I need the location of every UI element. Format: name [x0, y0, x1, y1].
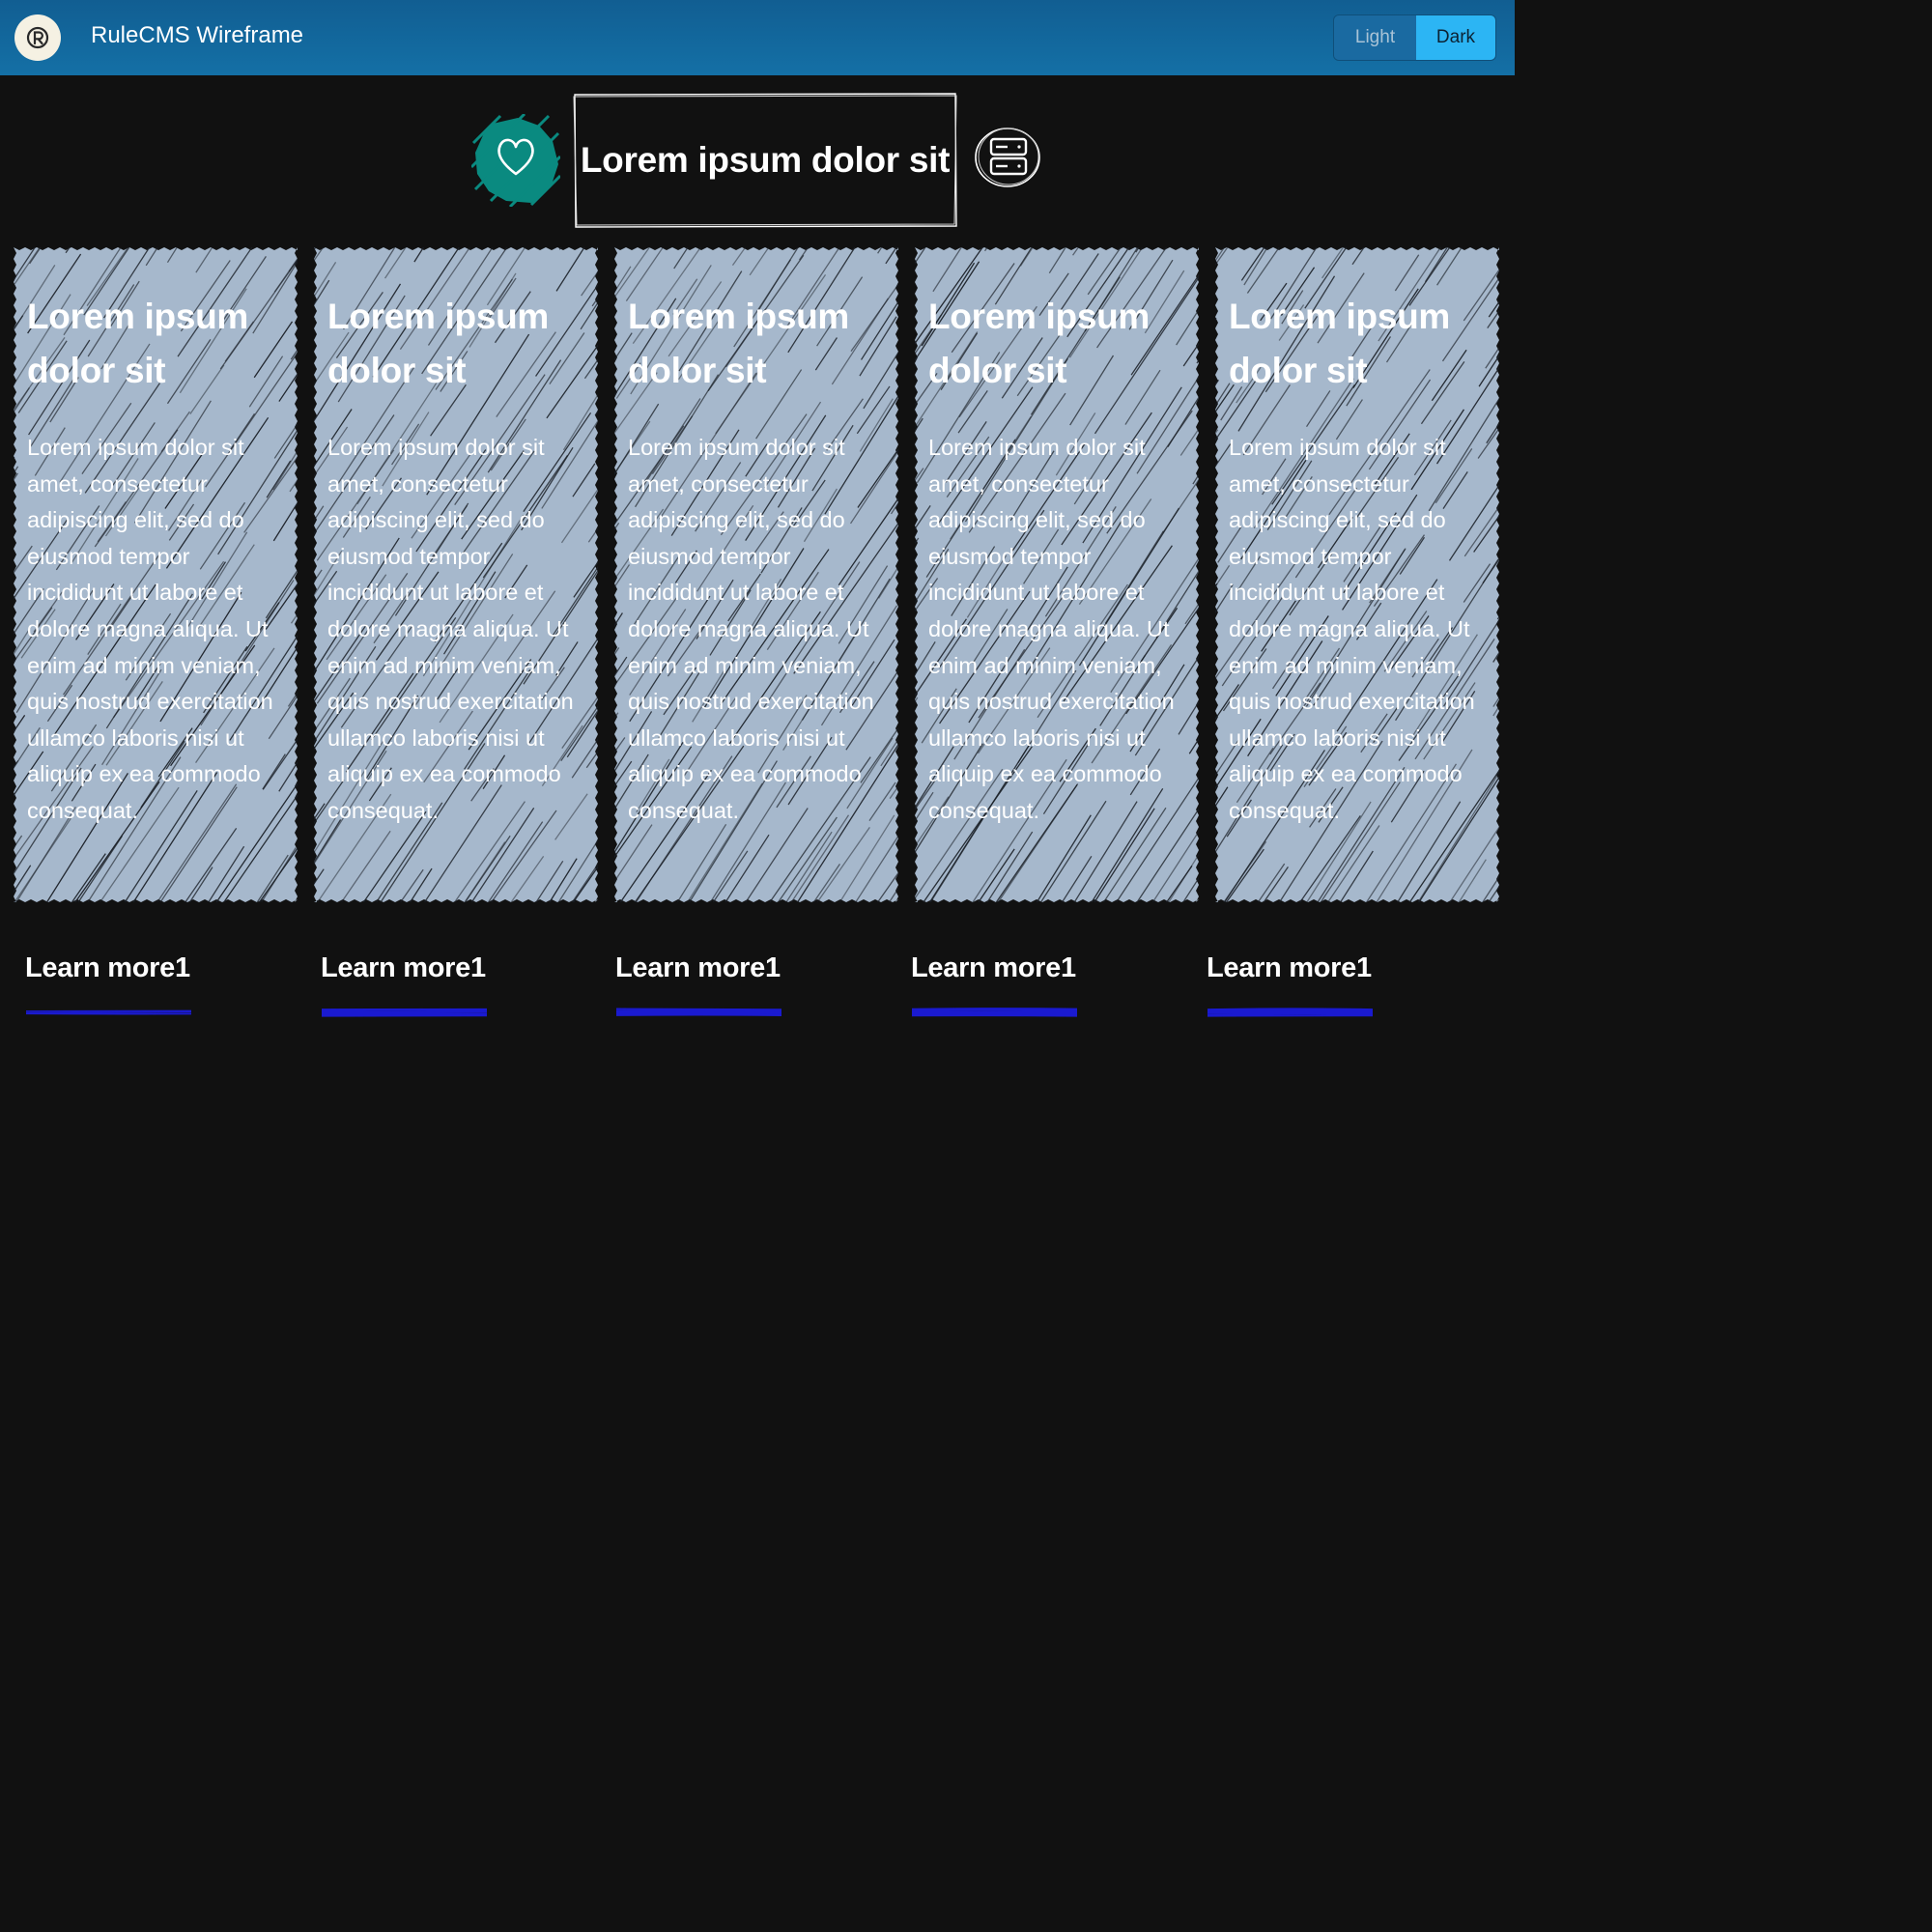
heart-icon[interactable]	[469, 112, 562, 209]
learn-more-underline	[25, 1009, 192, 1015]
learn-more-link[interactable]: Learn more1	[1207, 949, 1374, 1026]
content-card: Lorem ipsum dolor sit Lorem ipsum dolor s…	[614, 247, 898, 902]
content-card: Lorem ipsum dolor sit Lorem ipsum dolor s…	[1215, 247, 1499, 902]
card-body: Lorem ipsum dolor sit amet, consectetur …	[27, 435, 273, 823]
hero-title-box: Lorem ipsum dolor sit	[573, 93, 957, 228]
learn-more-underline	[1207, 1008, 1374, 1017]
content-card: Lorem ipsum dolor sit Lorem ipsum dolor s…	[314, 247, 598, 902]
learn-more-underline	[911, 1008, 1078, 1017]
card-title: Lorem ipsum dolor sit	[1229, 297, 1451, 390]
theme-toggle: Light Dark	[1333, 14, 1496, 61]
learn-more-link[interactable]: Learn more1	[321, 949, 488, 1026]
card-title: Lorem ipsum dolor sit	[628, 297, 850, 390]
learn-more-label[interactable]: Learn more1	[911, 949, 1076, 987]
content-card: Lorem ipsum dolor sit Lorem ipsum dolor s…	[14, 247, 298, 902]
light-theme-button[interactable]: Light	[1334, 15, 1416, 60]
card-body: Lorem ipsum dolor sit amet, consectetur …	[1229, 435, 1475, 823]
server-icon[interactable]	[973, 126, 1042, 189]
dark-theme-button[interactable]: Dark	[1415, 15, 1495, 60]
learn-more-label[interactable]: Learn more1	[321, 949, 486, 987]
app-title: RuleCMS Wireframe	[91, 22, 304, 48]
hero-title: Lorem ipsum dolor sit	[580, 140, 951, 180]
rulecms-logo-icon[interactable]	[14, 14, 61, 61]
card-body: Lorem ipsum dolor sit amet, consectetur …	[928, 435, 1175, 823]
learn-more-link[interactable]: Learn more1	[615, 949, 782, 1026]
card-title: Lorem ipsum dolor sit	[928, 297, 1151, 390]
content-card: Lorem ipsum dolor sit Lorem ipsum dolor s…	[915, 247, 1199, 902]
learn-more-underline	[321, 1008, 488, 1017]
learn-more-label[interactable]: Learn more1	[615, 949, 781, 987]
card-title: Lorem ipsum dolor sit	[27, 297, 249, 390]
card-body: Lorem ipsum dolor sit amet, consectetur …	[628, 435, 874, 823]
learn-more-link[interactable]: Learn more1	[911, 949, 1078, 1026]
learn-more-underline	[615, 1008, 782, 1016]
learn-more-link[interactable]: Learn more1	[25, 949, 192, 1026]
top-bar: RuleCMS Wireframe Light Dark	[0, 0, 1515, 75]
learn-more-label[interactable]: Learn more1	[25, 949, 190, 987]
card-body: Lorem ipsum dolor sit amet, consectetur …	[327, 435, 574, 823]
card-title: Lorem ipsum dolor sit	[327, 297, 550, 390]
learn-more-label[interactable]: Learn more1	[1207, 949, 1372, 987]
